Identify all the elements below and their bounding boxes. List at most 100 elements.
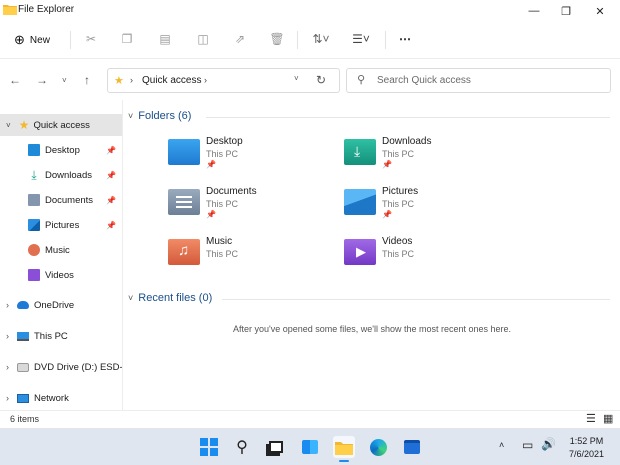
- folder-name: Music: [206, 236, 233, 247]
- close-button[interactable]: ✕: [584, 0, 616, 22]
- file-explorer-taskbar-button[interactable]: [333, 436, 355, 462]
- sidebar-item-this-pc[interactable]: › This PC: [0, 325, 122, 347]
- divider: [385, 31, 386, 49]
- folder-name: Desktop: [206, 136, 243, 147]
- chevron-down-icon[interactable]: ˅: [128, 293, 133, 303]
- cut-icon[interactable]: ✂: [83, 31, 99, 47]
- folder-icon: [335, 441, 353, 455]
- sort-icon[interactable]: ⇅˅: [309, 31, 333, 47]
- rename-icon[interactable]: ◫: [195, 31, 211, 47]
- store-icon: [404, 440, 420, 454]
- pictures-folder-icon: [344, 189, 376, 215]
- chevron-right-icon[interactable]: ›: [6, 300, 9, 310]
- folder-name: Documents: [206, 186, 257, 197]
- paste-icon[interactable]: ▤: [157, 31, 173, 47]
- chevron-down-icon[interactable]: ˅: [6, 121, 11, 130]
- active-indicator: [339, 460, 349, 462]
- new-button[interactable]: ⊕ New: [14, 30, 50, 50]
- chevron-down-icon[interactable]: ˅: [128, 111, 133, 121]
- sidebar-item-network[interactable]: › Network: [0, 387, 122, 409]
- chevron-up-icon[interactable]: ˄: [499, 440, 504, 450]
- sidebar-item-pictures[interactable]: Pictures 📌: [0, 214, 122, 236]
- sidebar-item-onedrive[interactable]: › OneDrive: [0, 294, 122, 316]
- search-icon: ⚲: [236, 439, 248, 456]
- delete-icon[interactable]: 🗑: [269, 31, 285, 47]
- clock-time: 1:52 PM: [569, 436, 604, 446]
- title-bar: File Explorer — ❐ ✕: [0, 0, 620, 22]
- star-icon: ★: [18, 118, 30, 132]
- divider: [297, 31, 298, 49]
- sidebar-item-label: Videos: [45, 269, 74, 281]
- address-bar[interactable]: ★ › Quick access › ˅ ↻: [107, 68, 340, 93]
- start-button[interactable]: [198, 436, 220, 458]
- folder-tile-music[interactable]: ♫ Music This PC: [168, 236, 338, 280]
- desktop-folder-icon: [168, 139, 200, 165]
- share-icon[interactable]: ⇗: [232, 31, 248, 47]
- sidebar-item-label: Music: [45, 244, 70, 256]
- clock[interactable]: 1:52 PM 7/6/2021: [569, 435, 604, 461]
- command-bar: ⊕ New ✂ ❐ ▤ ◫ ⇗ 🗑 ⇅˅ ☰˅ ⋯: [0, 22, 620, 58]
- section-title: Recent files (0): [138, 292, 213, 304]
- divider: [222, 299, 610, 300]
- folder-location: This PC: [206, 249, 239, 259]
- network-icon: [17, 393, 29, 403]
- pin-icon: 📌: [206, 160, 216, 169]
- music-folder-icon: ♫: [168, 239, 200, 265]
- store-button[interactable]: [401, 436, 423, 458]
- recent-files-section-header[interactable]: ˅ Recent files (0): [128, 292, 212, 304]
- navigation-pane: ˅ ★ Quick access Desktop 📌 ⤓ Downloads 📌…: [0, 100, 123, 410]
- documents-folder-icon: [168, 189, 200, 215]
- forward-arrow-icon[interactable]: →: [36, 73, 48, 87]
- chevron-right-icon[interactable]: ›: [6, 331, 9, 341]
- sidebar-item-documents[interactable]: Documents 📌: [0, 189, 122, 211]
- more-icon[interactable]: ⋯: [397, 31, 413, 47]
- sidebar-item-videos[interactable]: Videos: [0, 264, 122, 286]
- folder-tile-pictures[interactable]: Pictures This PC 📌: [344, 186, 514, 230]
- folder-location: This PC: [382, 199, 415, 209]
- folder-tile-desktop[interactable]: Desktop This PC 📌: [168, 136, 338, 180]
- details-view-icon[interactable]: ☰: [586, 412, 596, 425]
- folder-location: This PC: [382, 149, 415, 159]
- task-view-button[interactable]: [265, 436, 287, 458]
- tiles-view-icon[interactable]: ▦: [603, 412, 613, 425]
- breadcrumb-chevron-icon[interactable]: ›: [204, 75, 207, 85]
- folder-tile-documents[interactable]: Documents This PC 📌: [168, 186, 338, 230]
- search-input[interactable]: Search Quick access: [377, 75, 471, 86]
- chevron-right-icon[interactable]: ›: [6, 362, 9, 372]
- network-status-icon[interactable]: ▭: [522, 438, 533, 452]
- sidebar-item-label: This PC: [34, 330, 68, 342]
- widgets-button[interactable]: [299, 436, 321, 458]
- copy-icon[interactable]: ❐: [119, 31, 135, 47]
- search-button[interactable]: ⚲: [231, 436, 253, 458]
- widgets-icon: [302, 440, 318, 454]
- taskbar: ⚲ ˄ ▭ 🔊 1:52 PM 7/6/2021: [0, 428, 620, 465]
- downloads-folder-icon: ⤓: [344, 139, 376, 165]
- sidebar-item-label: Downloads: [45, 169, 92, 181]
- chevron-down-icon[interactable]: ˅: [294, 74, 299, 83]
- folders-section-header[interactable]: ˅ Folders (6): [128, 110, 191, 122]
- volume-icon[interactable]: 🔊: [541, 437, 556, 451]
- sidebar-item-quick-access[interactable]: ˅ ★ Quick access: [0, 114, 122, 136]
- sidebar-item-downloads[interactable]: ⤓ Downloads 📌: [0, 164, 122, 186]
- folder-tile-videos[interactable]: ▶ Videos This PC: [344, 236, 514, 280]
- search-box[interactable]: ⚲ Search Quick access: [346, 68, 611, 93]
- chevron-right-icon[interactable]: ›: [6, 393, 9, 403]
- back-arrow-icon[interactable]: ←: [9, 73, 21, 87]
- sidebar-item-music[interactable]: Music: [0, 239, 122, 261]
- up-arrow-icon[interactable]: ↑: [84, 73, 90, 87]
- music-icon: [28, 244, 40, 256]
- divider: [70, 31, 71, 49]
- recent-locations-icon[interactable]: ˅: [62, 76, 67, 85]
- maximize-button[interactable]: ❐: [550, 0, 582, 22]
- edge-button[interactable]: [367, 436, 389, 458]
- minimize-button[interactable]: —: [518, 0, 550, 22]
- navigation-bar: ← → ˅ ↑ ★ › Quick access › ˅ ↻ ⚲ Search …: [0, 58, 620, 100]
- view-icon[interactable]: ☰˅: [348, 31, 374, 47]
- breadcrumb-location[interactable]: Quick access: [142, 75, 201, 86]
- refresh-icon[interactable]: ↻: [316, 73, 326, 87]
- sidebar-item-dvd-drive[interactable]: › DVD Drive (D:) ESD-I: [0, 356, 122, 378]
- sidebar-item-label: Desktop: [45, 144, 80, 156]
- sidebar-item-desktop[interactable]: Desktop 📌: [0, 139, 122, 161]
- sidebar-item-label: DVD Drive (D:) ESD-I: [34, 361, 122, 373]
- folder-tile-downloads[interactable]: ⤓ Downloads This PC 📌: [344, 136, 514, 180]
